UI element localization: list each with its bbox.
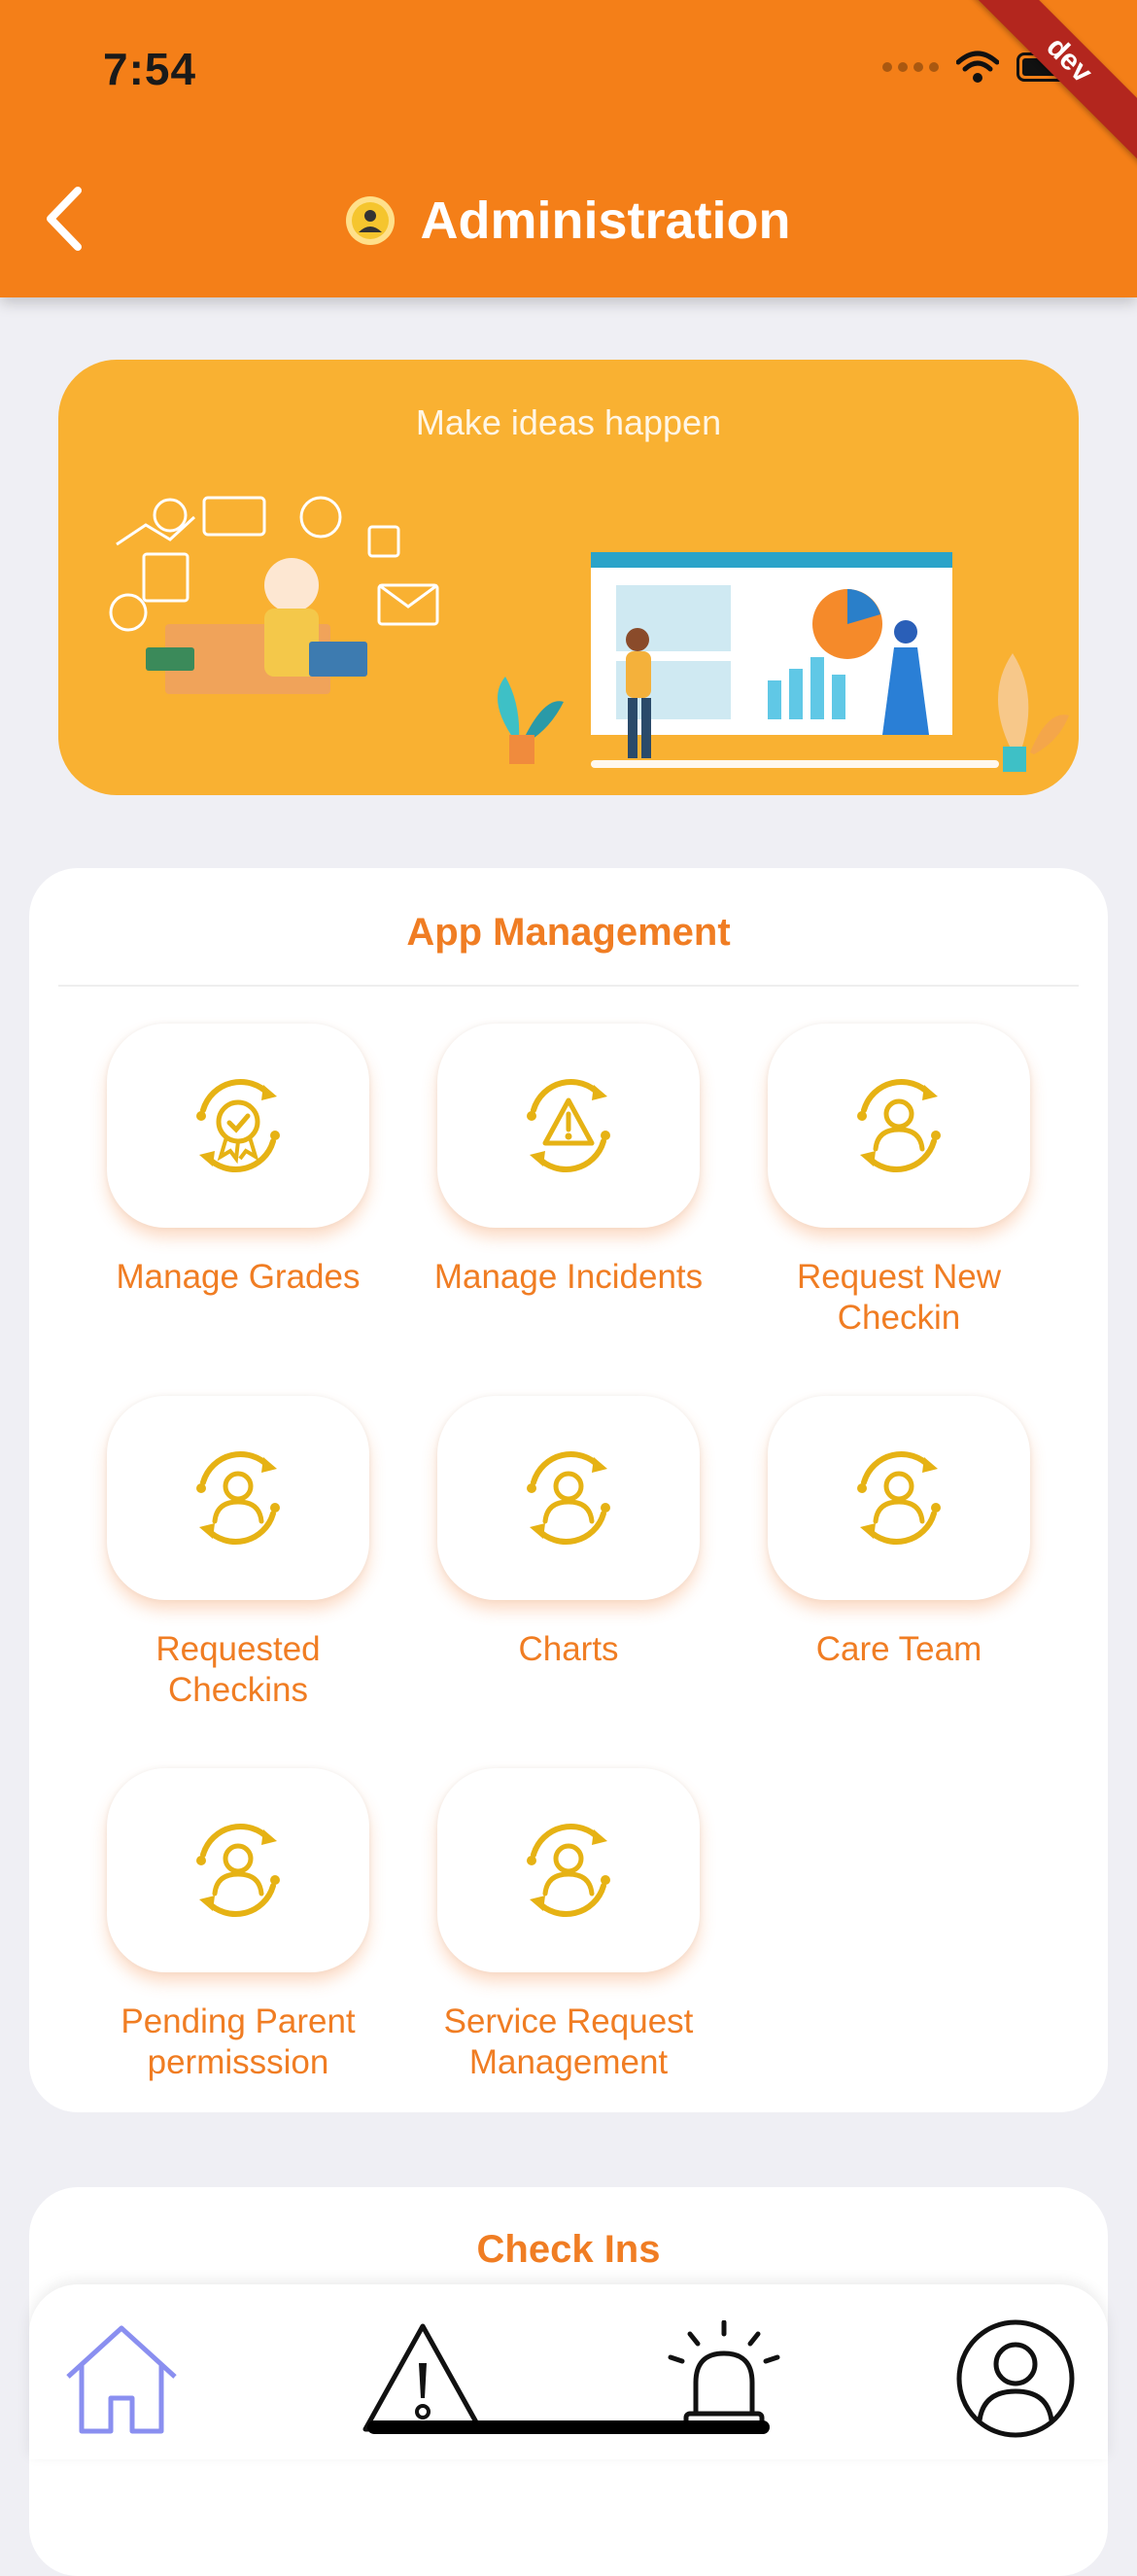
warning-triangle-icon xyxy=(527,1079,610,1172)
profile-icon xyxy=(956,2319,1075,2438)
home-icon xyxy=(66,2325,177,2434)
tile-label: Requested Checkins xyxy=(155,1630,321,1709)
app-management-card: App Management Manage Grades Manage Inci… xyxy=(29,868,1108,2112)
user-cycle-icon xyxy=(857,1079,941,1172)
status-time: 7:54 xyxy=(103,44,197,94)
tile-label: Service Request Management xyxy=(443,2002,694,2081)
tile-charts[interactable]: Charts xyxy=(432,1396,705,1670)
home-indicator xyxy=(367,2420,770,2434)
tile-label: Manage Incidents xyxy=(433,1258,704,1296)
user-cycle-icon xyxy=(857,1451,941,1545)
user-cycle-icon xyxy=(196,1451,280,1545)
nav-home[interactable] xyxy=(49,2306,194,2452)
siren-icon xyxy=(668,2320,780,2434)
user-cycle-icon xyxy=(196,1824,280,1917)
tile-requested-checkins[interactable]: Requested Checkins xyxy=(102,1396,374,1711)
tile-label: Request New Checkin xyxy=(796,1258,1002,1337)
dev-ribbon: dev xyxy=(944,0,1137,186)
tile-label: Care Team xyxy=(815,1630,982,1668)
app-header: 7:54 dev Administration xyxy=(0,0,1137,297)
section-title: App Management xyxy=(406,911,731,954)
hero-banner: Make ideas happen xyxy=(58,360,1079,795)
title-bar: Administration xyxy=(0,191,1137,251)
tile-icon-box xyxy=(107,1396,369,1600)
tile-icon-box xyxy=(107,1768,369,1972)
user-cycle-icon xyxy=(527,1824,610,1917)
tile-label: Manage Grades xyxy=(116,1258,361,1296)
cellular-signal-icon xyxy=(882,62,939,72)
tile-pending-parent-permission[interactable]: Pending Parent permisssion xyxy=(102,1768,374,2083)
user-cycle-icon xyxy=(527,1451,610,1545)
wifi-icon xyxy=(956,51,999,83)
nav-profile[interactable] xyxy=(943,2306,1088,2452)
tile-request-new-checkin[interactable]: Request New Checkin xyxy=(763,1024,1035,1339)
tile-care-team[interactable]: Care Team xyxy=(763,1396,1035,1670)
tile-icon-box xyxy=(768,1024,1030,1228)
award-badge-icon xyxy=(196,1079,280,1172)
section-title: Check Ins xyxy=(476,2228,661,2271)
banner-illustration xyxy=(109,496,1069,772)
section-divider xyxy=(58,985,1079,987)
tile-service-request-management[interactable]: Service Request Management xyxy=(432,1768,705,2083)
page-title: Administration xyxy=(420,191,791,250)
tile-label: Pending Parent permisssion xyxy=(121,2002,356,2081)
tile-manage-incidents[interactable]: Manage Incidents xyxy=(432,1024,705,1298)
app-logo-icon xyxy=(346,196,396,245)
tile-icon-box xyxy=(107,1024,369,1228)
warning-icon xyxy=(362,2323,483,2432)
tile-icon-box xyxy=(768,1396,1030,1600)
tile-icon-box xyxy=(437,1768,700,1972)
tile-label: Charts xyxy=(518,1630,619,1668)
tile-icon-box xyxy=(437,1024,700,1228)
tile-manage-grades[interactable]: Manage Grades xyxy=(102,1024,374,1298)
tile-icon-box xyxy=(437,1396,700,1600)
